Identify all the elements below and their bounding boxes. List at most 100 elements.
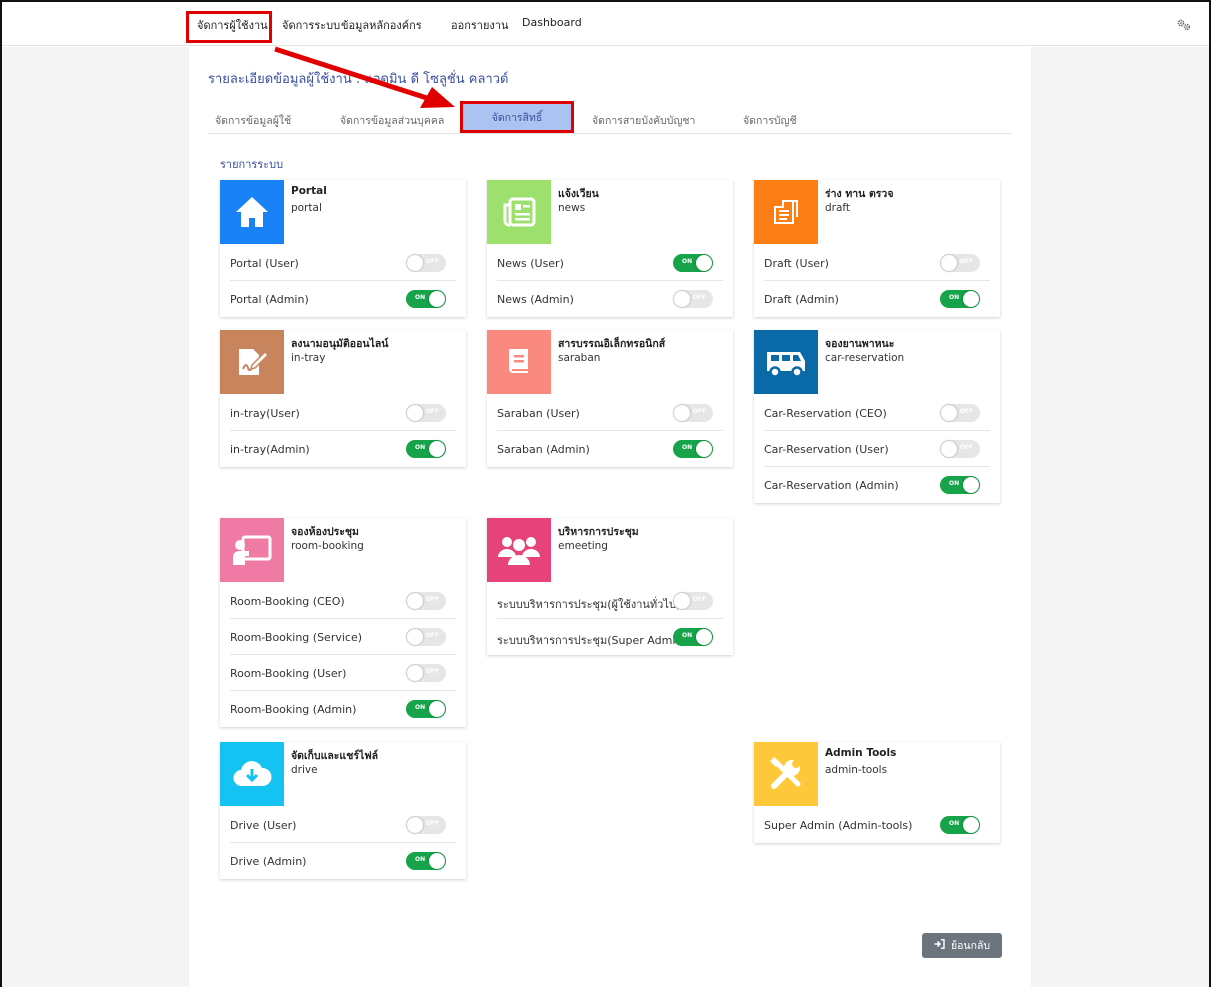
card-header: สารบรรณอิเล็กทรอนิกส์ saraban (487, 330, 733, 394)
permission-row: Room-Booking (Service) OFF (230, 619, 456, 655)
back-button-label: ย้อนกลับ (950, 940, 991, 952)
home-icon (220, 180, 284, 244)
system-code: draft (825, 202, 851, 214)
tab-user-info[interactable]: จัดการข้อมูลผู้ใช้ (215, 112, 291, 129)
system-card-admin-tools: Admin Tools admin-tools Super Admin (Admin… (754, 742, 1000, 843)
toggle-state-text: OFF (959, 444, 973, 451)
permission-toggle[interactable]: ON (940, 816, 980, 834)
system-code: portal (291, 202, 322, 214)
toggle-state-text: OFF (692, 294, 706, 301)
permission-row: Room-Booking (CEO) OFF (230, 583, 456, 619)
card-header: จัดเก็บและแชร์ไฟล์ drive (220, 742, 466, 806)
toggle-state-text: ON (949, 294, 960, 301)
permission-list: in-tray(User) OFF in-tray(Admin) ON (220, 394, 466, 467)
nav-reports[interactable]: ออกรายงาน (451, 16, 508, 34)
permission-toggle[interactable]: OFF (406, 628, 446, 646)
permission-row: Super Admin (Admin-tools) ON (764, 807, 990, 843)
permission-toggle[interactable]: ON (406, 440, 446, 458)
permission-label: ระบบบริหารการประชุม(ผู้ใช้งานทั่วไป) (497, 598, 681, 611)
permission-toggle[interactable]: OFF (673, 290, 713, 308)
toggle-knob (407, 817, 423, 833)
system-code: emeeting (558, 540, 608, 552)
toggle-state-text: OFF (425, 408, 439, 415)
permission-toggle[interactable]: OFF (673, 592, 713, 610)
permission-toggle[interactable]: ON (406, 700, 446, 718)
permission-toggle[interactable]: OFF (940, 254, 980, 272)
permission-list: Drive (User) OFF Drive (Admin) ON (220, 806, 466, 879)
back-button[interactable]: ย้อนกลับ (922, 933, 1002, 958)
permission-toggle[interactable]: ON (673, 440, 713, 458)
card-header: Admin Tools admin-tools (754, 742, 1000, 806)
toggle-knob (429, 853, 445, 869)
nav-dashboard[interactable]: Dashboard (522, 16, 582, 29)
toggle-state-text: OFF (959, 258, 973, 265)
permission-label: Drive (Admin) (230, 855, 307, 868)
card-header: บริหารการประชุม emeeting (487, 518, 733, 582)
tab-personal-info[interactable]: จัดการข้อมูลส่วนบุคคล (340, 112, 444, 129)
permission-row: Car-Reservation (CEO) OFF (764, 395, 990, 431)
signature-icon (220, 330, 284, 394)
system-name: จองห้องประชุม (291, 526, 359, 538)
permission-list: ระบบบริหารการประชุม(ผู้ใช้งานทั่วไป) OFF ร… (487, 582, 733, 655)
right-margin (1031, 47, 1209, 987)
toggle-knob (963, 477, 979, 493)
permission-label: Car-Reservation (CEO) (764, 407, 887, 420)
toggle-state-text: ON (415, 856, 426, 863)
permission-row: Portal (Admin) ON (230, 281, 456, 317)
tab-command-chain[interactable]: จัดการสายบังคับบัญชา (592, 112, 695, 129)
toggle-knob (696, 441, 712, 457)
permission-row: Draft (User) OFF (764, 245, 990, 281)
toggle-knob (963, 817, 979, 833)
permission-row: Drive (User) OFF (230, 807, 456, 843)
permission-toggle[interactable]: OFF (406, 592, 446, 610)
permission-label: Draft (Admin) (764, 293, 839, 306)
permission-toggle[interactable]: ON (940, 290, 980, 308)
nav-org-master-data[interactable]: ข้อมูลหลักองค์กร (341, 16, 422, 34)
draft-icon (754, 180, 818, 244)
permission-toggle[interactable]: OFF (406, 254, 446, 272)
system-name: Admin Tools (825, 747, 897, 759)
permission-label: Room-Booking (Service) (230, 631, 363, 644)
system-card-room-booking: จองห้องประชุม room-booking Room-Booking (C… (220, 518, 466, 727)
system-code: in-tray (291, 352, 326, 364)
permission-toggle[interactable]: OFF (673, 404, 713, 422)
system-name: บริหารการประชุม (558, 526, 639, 538)
permission-row: ระบบบริหารการประชุม(ผู้ใช้งานทั่วไป) OFF (497, 583, 723, 619)
system-code: room-booking (291, 540, 364, 552)
toggle-knob (407, 405, 423, 421)
toggle-state-text: OFF (425, 596, 439, 603)
permission-row: in-tray(Admin) ON (230, 431, 456, 467)
toggle-state-text: OFF (692, 596, 706, 603)
nav-highlight-box (186, 11, 272, 43)
permission-toggle[interactable]: OFF (940, 404, 980, 422)
system-card-emeeting: บริหารการประชุม emeeting ระบบบริหารการประช… (487, 518, 733, 655)
book-icon (487, 330, 551, 394)
system-code: news (558, 202, 586, 214)
permission-toggle[interactable]: ON (673, 254, 713, 272)
permission-toggle[interactable]: ON (673, 628, 713, 646)
permission-list: Car-Reservation (CEO) OFF Car-Reservation … (754, 394, 1000, 503)
system-name: Portal (291, 185, 327, 197)
toggle-state-text: ON (682, 444, 693, 451)
permission-label: Portal (Admin) (230, 293, 309, 306)
system-code: admin-tools (825, 764, 888, 776)
permission-label: Drive (User) (230, 819, 297, 832)
permission-toggle[interactable]: OFF (406, 664, 446, 682)
gears-icon[interactable] (1177, 19, 1191, 34)
permission-toggle[interactable]: ON (406, 290, 446, 308)
card-header: ลงนามอนุมัติออนไลน์ in-tray (220, 330, 466, 394)
toggle-state-text: ON (415, 704, 426, 711)
tab-accounts[interactable]: จัดการบัญชี (743, 112, 797, 129)
permission-toggle[interactable]: ON (940, 476, 980, 494)
nav-system-management[interactable]: จัดการระบบ (282, 16, 340, 34)
permission-row: News (Admin) OFF (497, 281, 723, 317)
toggle-state-text: ON (949, 820, 960, 827)
permission-toggle[interactable]: OFF (940, 440, 980, 458)
tab-permissions[interactable]: จัดการสิทธิ์ (460, 101, 574, 133)
permission-toggle[interactable]: OFF (406, 816, 446, 834)
permission-toggle[interactable]: ON (406, 852, 446, 870)
permission-row: ระบบบริหารการประชุม(Super Admin) ON (497, 619, 723, 655)
permission-label: Room-Booking (User) (230, 667, 347, 680)
permission-label: Saraban (User) (497, 407, 580, 420)
permission-toggle[interactable]: OFF (406, 404, 446, 422)
